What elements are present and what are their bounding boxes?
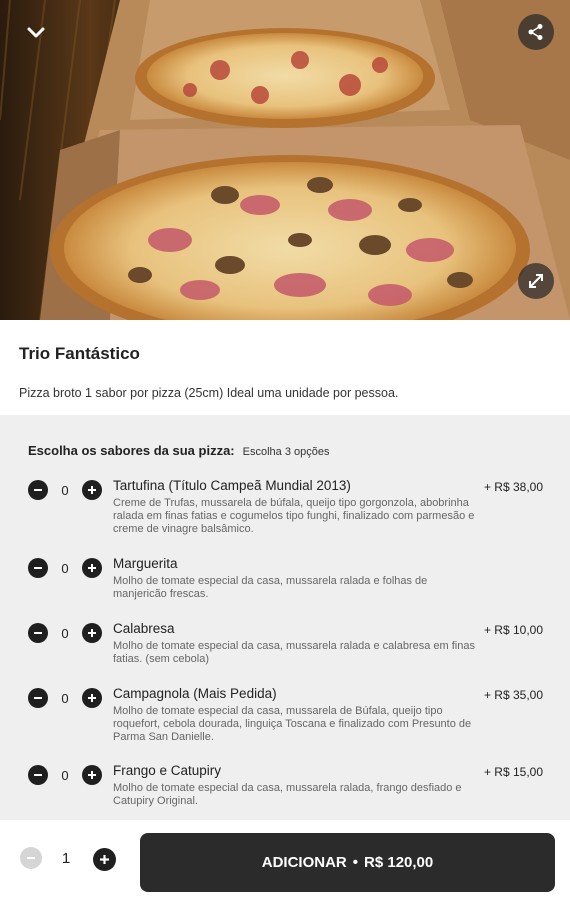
add-total: R$ 120,00 (364, 854, 434, 871)
back-button[interactable] (18, 14, 54, 50)
flavor-price: + R$ 35,00 (483, 688, 543, 702)
product-description: Pizza broto 1 sabor por pizza (25cm) Ide… (19, 386, 399, 400)
increase-button[interactable] (82, 623, 102, 643)
chevron-down-icon (27, 27, 45, 38)
plus-icon (88, 629, 96, 637)
flavor-price: + R$ 10,00 (483, 623, 543, 637)
product-info: Trio Fantástico Pizza broto 1 sabor por … (0, 320, 570, 415)
flavor-name: Frango e Catupiry (113, 763, 222, 778)
cart-decrease-button[interactable] (20, 847, 42, 869)
add-separator: • (352, 854, 359, 871)
flavor-quantity: 0 (61, 767, 69, 783)
flavor-name: Campagnola (Mais Pedida) (113, 686, 277, 701)
plus-icon (88, 694, 96, 702)
flavor-description: Molho de tomate especial da casa, mussar… (113, 705, 472, 743)
add-to-cart-button[interactable]: ADICIONAR • R$ 120,00 (140, 833, 555, 892)
flavor-quantity: 0 (61, 690, 69, 706)
flavor-stepper: 0 (28, 480, 102, 500)
increase-button[interactable] (82, 688, 102, 708)
add-label: ADICIONAR (261, 854, 347, 871)
flavor-description: Molho de tomate especial da casa, mussar… (113, 575, 428, 600)
options-hint: Escolha 3 opções (242, 446, 330, 458)
flavor-description: Molho de tomate especial da casa, mussar… (113, 782, 462, 807)
flavor-description: Molho de tomate especial da casa, mussar… (113, 640, 475, 665)
flavor-quantity: 0 (61, 482, 69, 498)
decrease-button[interactable] (28, 623, 48, 643)
flavor-name: Tartufina (Título Campeã Mundial 2013) (113, 478, 351, 493)
decrease-button[interactable] (28, 765, 48, 785)
flavor-stepper: 0 (28, 688, 102, 708)
flavor-stepper: 0 (28, 558, 102, 578)
pizza-photo (0, 0, 570, 320)
flavor-name: Marguerita (113, 556, 178, 571)
cart-increase-button[interactable] (93, 848, 116, 871)
minus-icon (34, 774, 42, 776)
increase-button[interactable] (82, 480, 102, 500)
flavor-description: Creme de Trufas, mussarela de búfala, qu… (113, 497, 475, 535)
options-header: Escolha os sabores da sua pizza: Escolha… (28, 443, 329, 458)
cart-quantity: 1 (61, 850, 71, 867)
increase-button[interactable] (82, 765, 102, 785)
product-title: Trio Fantástico (19, 344, 140, 363)
flavor-price: + R$ 38,00 (483, 480, 543, 494)
expand-image-button[interactable] (518, 263, 554, 299)
minus-icon (27, 857, 35, 859)
decrease-button[interactable] (28, 558, 48, 578)
flavor-price: + R$ 15,00 (483, 765, 543, 779)
plus-icon (100, 855, 109, 864)
increase-button[interactable] (82, 558, 102, 578)
flavor-name: Calabresa (113, 621, 175, 636)
options-title: Escolha os sabores da sua pizza: (28, 443, 235, 458)
product-image (0, 0, 570, 320)
flavor-stepper: 0 (28, 765, 102, 785)
decrease-button[interactable] (28, 480, 48, 500)
flavor-quantity: 0 (61, 625, 69, 641)
minus-icon (34, 567, 42, 569)
minus-icon (34, 697, 42, 699)
minus-icon (34, 632, 42, 634)
share-icon (528, 24, 543, 40)
expand-icon (529, 274, 543, 288)
share-button[interactable] (518, 14, 554, 50)
plus-icon (88, 771, 96, 779)
cart-bar: 1 ADICIONAR • R$ 120,00 (0, 820, 570, 900)
plus-icon (88, 564, 96, 572)
flavor-stepper: 0 (28, 623, 102, 643)
minus-icon (34, 489, 42, 491)
flavor-options: Escolha os sabores da sua pizza: Escolha… (0, 415, 570, 820)
plus-icon (88, 486, 96, 494)
flavor-quantity: 0 (61, 560, 69, 576)
decrease-button[interactable] (28, 688, 48, 708)
